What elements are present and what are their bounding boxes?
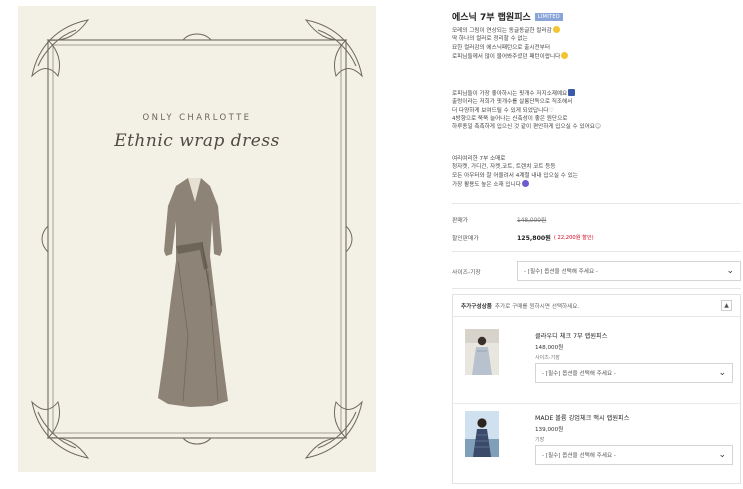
sale-price-row: 할인판매가 125,800원 ( 22,200원 할인) [452, 233, 594, 242]
script-title: Ethnic wrap dress [114, 131, 280, 151]
addon-header-text: 추가로 구매를 원하시면 선택하세요. [494, 303, 580, 310]
addon-thumbnail[interactable] [465, 411, 499, 457]
sale-price-label: 할인판매가 [452, 236, 479, 242]
limited-badge: LIMITED [534, 12, 563, 21]
product-title: 에스닉 7부 랩원피스 [452, 13, 531, 23]
select-placeholder: - [필수] 옵션을 선택해 주세요 - [542, 453, 616, 459]
chevron-down-icon: ⌄ [718, 368, 726, 378]
addon-option-label: 사이즈-기장 [535, 355, 560, 361]
size-option-select[interactable]: - [필수] 옵션을 선택해 주세요 - ⌄ [517, 261, 741, 281]
list-price-value: 148,000원 [517, 218, 547, 224]
list-price-label: 판매가 [452, 218, 468, 224]
addon-name[interactable]: MADE 볼륨 깅엄체크 맥시 랩원피스 [535, 413, 629, 422]
addon-header-title: 추가구성상품 [461, 303, 492, 310]
description-block-1: 모레의 그림이 연상되는 동글동글한 컬러감 딱 하나의 컬러로 정리할 수 없… [452, 26, 742, 61]
purple-emoji-icon [521, 179, 529, 187]
addon-item: MADE 볼륨 깅엄체크 맥시 랩원피스 139,000원 기장 - [필수] … [465, 411, 737, 481]
desc-line: 묘한 컬러감의 에스닉패턴으로 출시전부터 [452, 44, 550, 51]
brand-name: ONLY CHARLOTTE [142, 113, 252, 123]
addon-option-label: 기장 [535, 437, 545, 443]
addon-thumbnail[interactable] [465, 329, 499, 375]
blue-emoji-icon [568, 89, 576, 96]
product-main-image: ONLY CHARLOTTE Ethnic wrap dress [18, 6, 376, 472]
desc-line: 4방향으로 쭉쭉 늘어나는 신축성이 좋은 원단으로 [452, 115, 568, 122]
desc-line: 로피님들께서 많이 물어봐주셨던 패턴이랍니다 [452, 51, 742, 61]
addon-name[interactable]: 클라우디 체크 7부 랩원피스 [535, 331, 607, 340]
chevron-down-icon: ⌄ [726, 266, 734, 276]
smile-emoji-icon [552, 26, 560, 33]
ornate-frame-illustration [31, 19, 363, 459]
divider [452, 251, 741, 252]
smile-emoji-icon: ☺ [594, 123, 602, 131]
addon-products-box: 추가구성상품 추가로 구매를 원하시면 선택하세요. ▲ 클라우디 체크 7부 … [452, 294, 741, 484]
desc-line: 가장 활용도 높은 소재 입니다 [452, 179, 742, 189]
dress-illustration [158, 178, 228, 407]
description-block-3: 여리여리한 7부 소매로 청자켓, 가디건, 자켓,코트, 트렌치 코트 등등 … [452, 155, 742, 189]
addon-option-select[interactable]: - [필수] 옵션을 선택해 주세요 - ⌄ [535, 445, 733, 465]
desc-line: 하루종일 촉촉하게 입으신 것 같이 편안하게 입으실 수 있어요☺ [452, 123, 602, 131]
addon-price: 139,000원 [535, 427, 564, 433]
collapse-button[interactable]: ▲ [721, 300, 732, 311]
desc-line: 더 다양하게 보여드릴 수 있게 되었답니다♡ [452, 106, 554, 114]
desc-line: 로피님들이 가장 좋아하시는 핏개수 저지소재예요 [452, 89, 742, 98]
desc-line: 청자켓, 가디건, 자켓,코트, 트렌치 코트 등등 [452, 164, 556, 171]
discount-note: ( 22,200원 할인) [553, 235, 594, 241]
divider [452, 288, 741, 289]
product-info-panel: 에스닉 7부 랩원피스 LIMITED 모레의 그림이 연상되는 동글동글한 컬… [452, 0, 743, 489]
list-price-row: 판매가 148,000원 [452, 215, 546, 224]
sale-price-value: 125,800원 [517, 235, 551, 242]
addon-option-select[interactable]: - [필수] 옵션을 선택해 주세요 - ⌄ [535, 363, 733, 383]
desc-line: 여리여리한 7부 소매로 [452, 156, 506, 162]
desc-line: 모든 아우터와 잘 어울려서 4계절 내내 입으실 수 있는 [452, 172, 578, 179]
heart-icon: ♡ [548, 106, 554, 114]
select-placeholder: - [필수] 옵션을 선택해 주세요 - [542, 371, 616, 377]
divider [453, 403, 740, 404]
divider [452, 203, 741, 204]
desc-line: 출렁이라는 저희가 핏개수를 살롱단독으로 직조해서 [452, 99, 573, 106]
desc-line: 모레의 그림이 연상되는 동글동글한 컬러감 [452, 26, 742, 35]
size-option-row: 사이즈-기장 - [필수] 옵션을 선택해 주세요 - ⌄ [452, 261, 741, 281]
addon-header: 추가구성상품 추가로 구매를 원하시면 선택하세요. ▲ [453, 295, 740, 317]
chevron-down-icon: ⌄ [718, 450, 726, 460]
smile-emoji-icon [561, 51, 569, 59]
description-block-2: 로피님들이 가장 좋아하시는 핏개수 저지소재예요 출렁이라는 저희가 핏개수를… [452, 89, 742, 131]
addon-item: 클라우디 체크 7부 랩원피스 148,000원 사이즈-기장 - [필수] 옵… [465, 329, 737, 399]
title-row: 에스닉 7부 랩원피스 LIMITED [452, 10, 563, 23]
desc-line: 딱 하나의 컬러로 정리할 수 없는 [452, 36, 528, 43]
addon-price: 148,000원 [535, 345, 564, 351]
select-placeholder: - [필수] 옵션을 선택해 주세요 - [524, 269, 598, 275]
option-label: 사이즈-기장 [452, 269, 481, 276]
